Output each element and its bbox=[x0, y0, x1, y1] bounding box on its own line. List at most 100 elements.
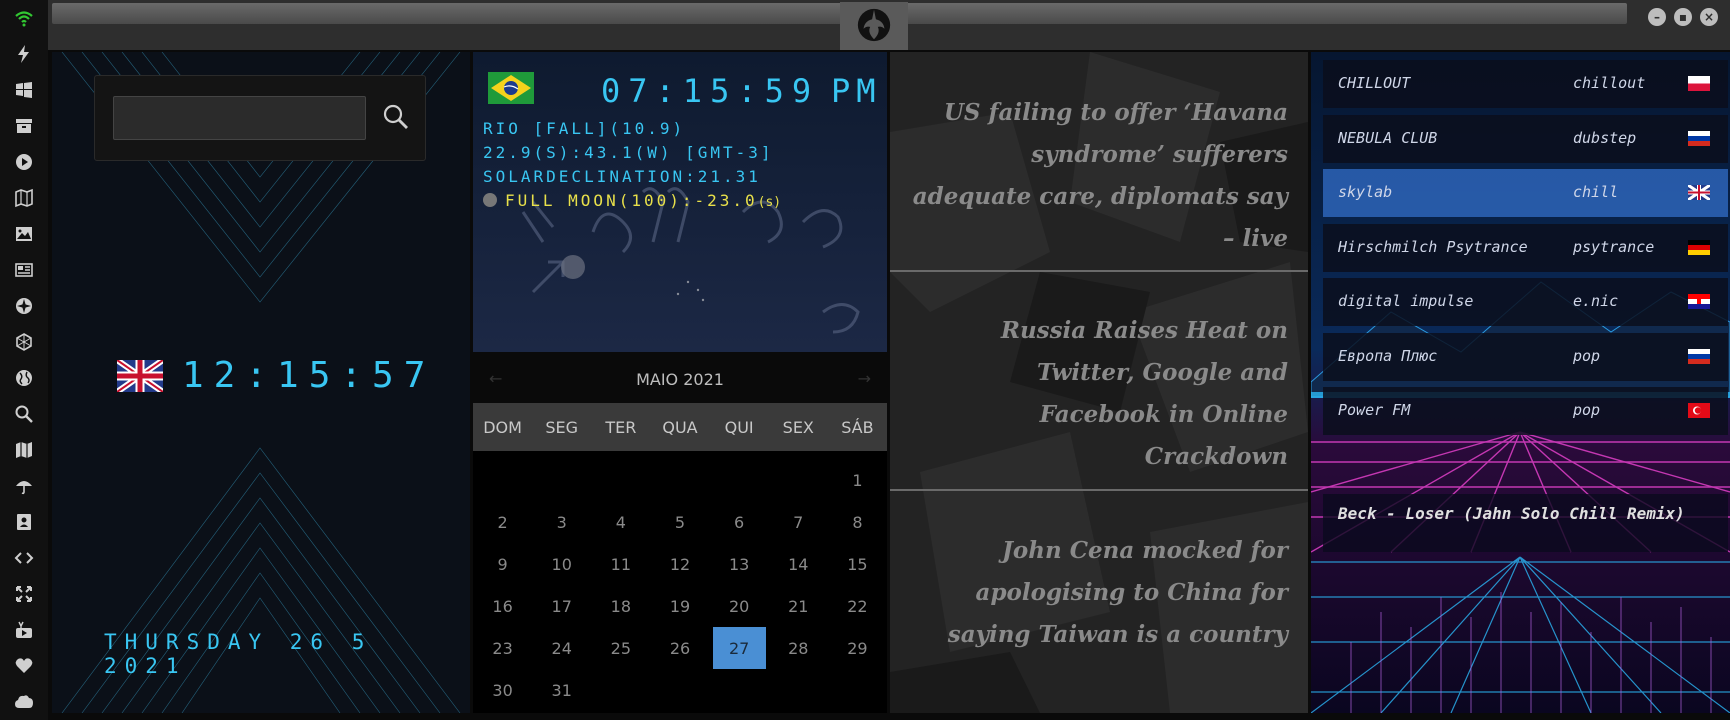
calendar-day-today[interactable]: 27 bbox=[712, 627, 766, 669]
maximize-button[interactable]: ▪ bbox=[1674, 8, 1692, 26]
search-input[interactable] bbox=[113, 96, 366, 140]
station-row[interactable]: digital impulse e.nic bbox=[1323, 278, 1728, 326]
station-genre: pop bbox=[1573, 346, 1601, 365]
turkey-flag-icon bbox=[1688, 403, 1710, 418]
calendar-day[interactable]: 26 bbox=[650, 627, 709, 669]
station-row[interactable]: skylab chill bbox=[1323, 169, 1728, 217]
solar-declination: SOLARDECLINATION:21.31 bbox=[483, 167, 761, 186]
calendar-day[interactable]: 8 bbox=[828, 501, 887, 543]
moon-icon bbox=[483, 193, 497, 207]
calendar-day[interactable]: 6 bbox=[710, 501, 769, 543]
cloud-icon[interactable] bbox=[12, 690, 36, 714]
uk-flag-icon bbox=[1687, 183, 1711, 202]
youtube-icon[interactable] bbox=[12, 618, 36, 642]
next-month-arrow-icon[interactable]: → bbox=[858, 369, 871, 388]
calendar-day[interactable]: 22 bbox=[828, 585, 887, 627]
calendar-day[interactable]: 24 bbox=[532, 627, 591, 669]
close-button[interactable]: × bbox=[1700, 8, 1718, 26]
station-row[interactable]: Power FM pop bbox=[1323, 387, 1728, 435]
heart-icon[interactable] bbox=[12, 654, 36, 678]
calendar-day[interactable]: 11 bbox=[591, 543, 650, 585]
calendar-day[interactable]: 29 bbox=[828, 627, 887, 669]
hexagon-icon[interactable] bbox=[12, 330, 36, 354]
croatia-flag-icon bbox=[1688, 294, 1710, 309]
calendar-day[interactable]: 14 bbox=[769, 543, 828, 585]
map-icon[interactable] bbox=[12, 438, 36, 462]
code-icon[interactable] bbox=[12, 546, 36, 570]
globe-icon[interactable] bbox=[12, 366, 36, 390]
calendar-day[interactable]: 23 bbox=[473, 627, 532, 669]
archive-icon[interactable] bbox=[12, 114, 36, 138]
search-icon[interactable] bbox=[12, 402, 36, 426]
expand-icon[interactable] bbox=[12, 582, 36, 606]
calendar-empty-cell bbox=[473, 459, 532, 501]
station-genre: e.nic bbox=[1573, 292, 1619, 310]
calendar-day[interactable]: 21 bbox=[769, 585, 828, 627]
coordinates-timezone: 22.9(S):43.1(W) [GMT-3] bbox=[483, 143, 774, 162]
now-playing[interactable]: Beck - Loser (Jahn Solo Chill Remix) bbox=[1323, 494, 1728, 552]
map-book-icon[interactable] bbox=[12, 186, 36, 210]
news-icon[interactable] bbox=[12, 258, 36, 282]
station-genre: dubstep bbox=[1573, 128, 1637, 147]
poland-flag-icon bbox=[1688, 76, 1710, 91]
station-row[interactable]: NEBULA CLUB dubstep bbox=[1323, 114, 1728, 163]
station-name: NEBULA CLUB bbox=[1338, 128, 1438, 147]
news-headline[interactable]: John Cena mocked for apologising to Chin… bbox=[910, 530, 1288, 656]
calendar-day[interactable]: 12 bbox=[650, 543, 709, 585]
station-name: digital impulse bbox=[1338, 292, 1474, 310]
station-row[interactable]: Европа Плюс pop bbox=[1323, 332, 1728, 381]
weekday-label: TER bbox=[605, 417, 637, 437]
image-icon[interactable] bbox=[12, 222, 36, 246]
calendar-empty-cell bbox=[769, 459, 828, 501]
calendar-day[interactable]: 28 bbox=[769, 627, 828, 669]
calendar-day[interactable]: 20 bbox=[710, 585, 769, 627]
local-date: THURSDAY 26 5 2021 bbox=[104, 630, 373, 678]
calendar-day[interactable]: 3 bbox=[532, 501, 591, 543]
contact-icon[interactable] bbox=[12, 510, 36, 534]
news-divider bbox=[890, 270, 1308, 272]
calendar-day[interactable]: 1 bbox=[828, 459, 887, 501]
calendar-day[interactable]: 9 bbox=[473, 543, 532, 585]
title-bar: – ▪ × bbox=[48, 0, 1730, 50]
news-divider bbox=[890, 489, 1308, 491]
news-headline[interactable]: US failing to offer ‘Havana syndrome’ su… bbox=[910, 92, 1288, 260]
calendar-empty-cell bbox=[650, 459, 709, 501]
calendar-day[interactable]: 13 bbox=[710, 543, 769, 585]
calendar-day[interactable]: 4 bbox=[591, 501, 650, 543]
calendar-day[interactable]: 5 bbox=[650, 501, 709, 543]
calendar-day[interactable]: 17 bbox=[532, 585, 591, 627]
world-time: 07:15:59 bbox=[601, 72, 820, 110]
calendar-day[interactable]: 30 bbox=[473, 669, 532, 711]
station-row[interactable]: CHILLOUT chillout bbox=[1323, 60, 1728, 108]
station-genre: psytrance bbox=[1573, 237, 1655, 256]
station-name: Европа Плюс bbox=[1338, 346, 1438, 365]
station-genre: chill bbox=[1573, 183, 1619, 201]
flash-icon[interactable] bbox=[12, 42, 36, 66]
brazil-flag-icon bbox=[488, 72, 534, 104]
calendar-day[interactable]: 2 bbox=[473, 501, 532, 543]
calendar-day[interactable]: 18 bbox=[591, 585, 650, 627]
moon-phase: FULL MOON(100):-23.0(s) bbox=[483, 191, 781, 210]
calendar-day[interactable]: 19 bbox=[650, 585, 709, 627]
windows-icon[interactable] bbox=[12, 78, 36, 102]
rebel-logo-icon[interactable] bbox=[840, 2, 908, 50]
prev-month-arrow-icon[interactable]: ← bbox=[489, 369, 502, 388]
calendar-day[interactable]: 16 bbox=[473, 585, 532, 627]
calendar-day[interactable]: 10 bbox=[532, 543, 591, 585]
station-name: Power FM bbox=[1338, 401, 1411, 419]
calendar-day[interactable]: 25 bbox=[591, 627, 650, 669]
play-icon[interactable] bbox=[12, 150, 36, 174]
calendar-day[interactable]: 7 bbox=[769, 501, 828, 543]
news-headline[interactable]: Russia Raises Heat on Twitter, Google an… bbox=[910, 310, 1288, 478]
minimize-button[interactable]: – bbox=[1648, 8, 1666, 26]
russia-flag-icon bbox=[1688, 130, 1710, 146]
calendar-day[interactable]: 15 bbox=[828, 543, 887, 585]
wifi-icon[interactable] bbox=[12, 6, 36, 30]
weekday-label: SEX bbox=[782, 417, 814, 437]
world-clock-panel: 07:15:59 PM RIO [FALL](10.9) 22.9(S):43.… bbox=[473, 52, 887, 352]
compass-icon[interactable] bbox=[12, 294, 36, 318]
calendar-day[interactable]: 31 bbox=[532, 669, 591, 711]
station-row[interactable]: Hirschmilch Psytrance psytrance bbox=[1323, 223, 1728, 272]
umbrella-icon[interactable] bbox=[12, 474, 36, 498]
search-icon[interactable] bbox=[381, 102, 411, 132]
